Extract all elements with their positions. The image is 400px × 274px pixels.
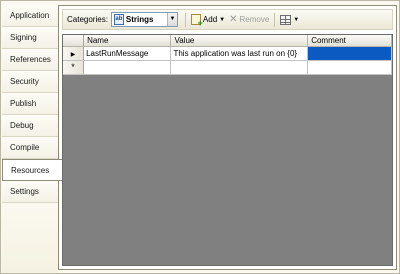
table-row-new: *: [63, 60, 392, 75]
toolbar-separator: [184, 12, 186, 27]
tab-strip: Application Signing References Security …: [2, 5, 62, 273]
add-dropdown-arrow-icon[interactable]: ▼: [219, 17, 225, 23]
remove-resource-button[interactable]: ✕ Remove: [227, 12, 271, 27]
tab-filler: [2, 203, 58, 273]
add-resource-button[interactable]: Add ▼: [189, 12, 227, 28]
grid-corner-header[interactable]: [63, 35, 85, 47]
tab-signing[interactable]: Signing: [2, 27, 58, 49]
table-row: ▶ LastRunMessage This application was la…: [63, 46, 392, 61]
resources-grid[interactable]: Name Value Comment ▶ LastRunMessage This…: [62, 34, 393, 266]
cell-comment[interactable]: [307, 60, 392, 75]
tab-application[interactable]: Application: [2, 5, 58, 27]
categories-label: Categories:: [67, 15, 108, 24]
current-row-arrow-icon: ▶: [70, 51, 76, 58]
column-header-value[interactable]: Value: [170, 35, 309, 47]
cell-name[interactable]: [83, 60, 172, 75]
chevron-down-icon[interactable]: ▼: [166, 13, 177, 26]
cell-comment-selected[interactable]: [307, 46, 392, 61]
tab-settings[interactable]: Settings: [2, 181, 58, 203]
tab-publish[interactable]: Publish: [2, 93, 58, 115]
tab-compile[interactable]: Compile: [2, 137, 58, 159]
tab-security[interactable]: Security: [2, 71, 58, 93]
strings-resource-icon: ab: [113, 14, 124, 25]
cell-name[interactable]: LastRunMessage: [83, 46, 172, 61]
grid-header-row: Name Value Comment: [63, 35, 392, 47]
tab-resources[interactable]: Resources: [2, 159, 62, 181]
cell-value[interactable]: This application was last run on {0}: [170, 46, 309, 61]
row-header-current[interactable]: ▶: [63, 46, 85, 61]
project-designer: Application Signing References Security …: [0, 0, 400, 274]
views-dropdown-arrow-icon[interactable]: ▼: [293, 17, 299, 23]
categories-dropdown[interactable]: ab Strings ▼: [110, 12, 178, 27]
categories-selected-value: Strings: [125, 15, 154, 24]
tab-references[interactable]: References: [2, 49, 58, 71]
add-label: Add: [202, 15, 218, 24]
new-row-asterisk-icon: *: [71, 61, 75, 72]
column-header-comment[interactable]: Comment: [307, 35, 392, 47]
resources-panel: Categories: ab Strings ▼ Add ▼ ✕ Remove …: [58, 5, 397, 270]
row-header-new[interactable]: *: [63, 60, 85, 75]
views-button[interactable]: ▼: [278, 12, 301, 27]
tab-debug[interactable]: Debug: [2, 115, 58, 137]
resources-table: Name Value Comment ▶ LastRunMessage This…: [63, 35, 392, 75]
grid-view-icon: [280, 14, 292, 25]
remove-label: Remove: [239, 15, 270, 24]
toolbar-separator: [274, 12, 276, 27]
resources-toolbar: Categories: ab Strings ▼ Add ▼ ✕ Remove …: [62, 9, 393, 30]
cell-value[interactable]: [170, 60, 309, 75]
column-header-name[interactable]: Name: [83, 35, 172, 47]
remove-x-icon: ✕: [229, 13, 238, 25]
add-resource-icon: [190, 14, 203, 28]
